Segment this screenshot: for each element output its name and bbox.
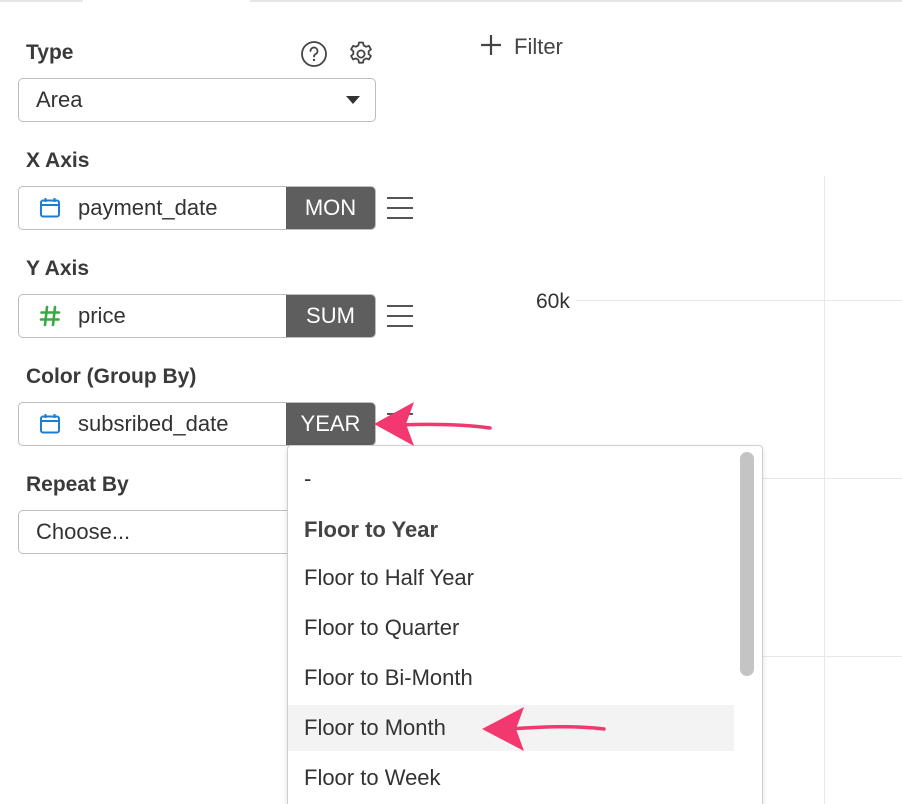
y-tick-label: 60k	[536, 290, 570, 313]
add-filter-button[interactable]: Filter	[480, 33, 563, 61]
x-axis-label: X Axis	[26, 149, 90, 172]
y-axis-menu-icon[interactable]	[387, 305, 413, 327]
x-axis-aggregation-button[interactable]: MON	[286, 187, 375, 229]
x-axis-field[interactable]: payment_date MON	[18, 186, 376, 230]
chart-gridline	[762, 656, 902, 657]
calendar-icon	[38, 412, 62, 436]
calendar-icon	[38, 196, 62, 220]
dropdown-item-floor-to-half-year[interactable]: Floor to Half Year	[288, 555, 734, 601]
color-field-name: subsribed_date	[78, 411, 229, 436]
gear-icon[interactable]	[347, 40, 375, 68]
type-select[interactable]: Area	[18, 78, 376, 122]
dropdown-scrollbar[interactable]	[740, 452, 754, 676]
repeat-by-label: Repeat By	[26, 473, 129, 496]
y-axis-field[interactable]: price SUM	[18, 294, 376, 338]
color-field[interactable]: subsribed_date YEAR	[18, 402, 376, 446]
plus-icon	[480, 33, 502, 61]
repeat-by-placeholder: Choose...	[36, 519, 131, 544]
color-label: Color (Group By)	[26, 365, 197, 388]
annotation-arrow-icon	[482, 707, 606, 751]
dropdown-item-none[interactable]: -	[288, 456, 734, 502]
x-axis-field-name: payment_date	[78, 195, 218, 220]
hash-icon	[38, 304, 62, 328]
dropdown-item-floor-to-week[interactable]: Floor to Week	[288, 755, 734, 801]
y-axis-field-name: price	[78, 303, 126, 328]
chart-gridline-60k	[576, 300, 902, 301]
annotation-arrow-icon	[374, 402, 492, 446]
type-select-value: Area	[36, 87, 83, 112]
type-label: Type	[26, 41, 74, 64]
chart-gridline	[762, 478, 902, 479]
chart-gridline-vertical	[824, 176, 825, 804]
dropdown-item-floor-to-quarter[interactable]: Floor to Quarter	[288, 605, 734, 651]
active-tab-indicator	[83, 0, 250, 3]
chevron-down-icon	[346, 96, 360, 104]
x-axis-menu-icon[interactable]	[387, 197, 413, 219]
help-icon[interactable]	[300, 40, 328, 68]
y-axis-label: Y Axis	[26, 257, 90, 280]
dropdown-item-floor-to-bi-month[interactable]: Floor to Bi-Month	[288, 655, 734, 701]
y-axis-aggregation-button[interactable]: SUM	[286, 295, 375, 337]
filter-label: Filter	[514, 34, 563, 59]
color-aggregation-button[interactable]: YEAR	[286, 403, 375, 445]
dropdown-item-floor-to-year[interactable]: Floor to Year	[288, 507, 734, 553]
